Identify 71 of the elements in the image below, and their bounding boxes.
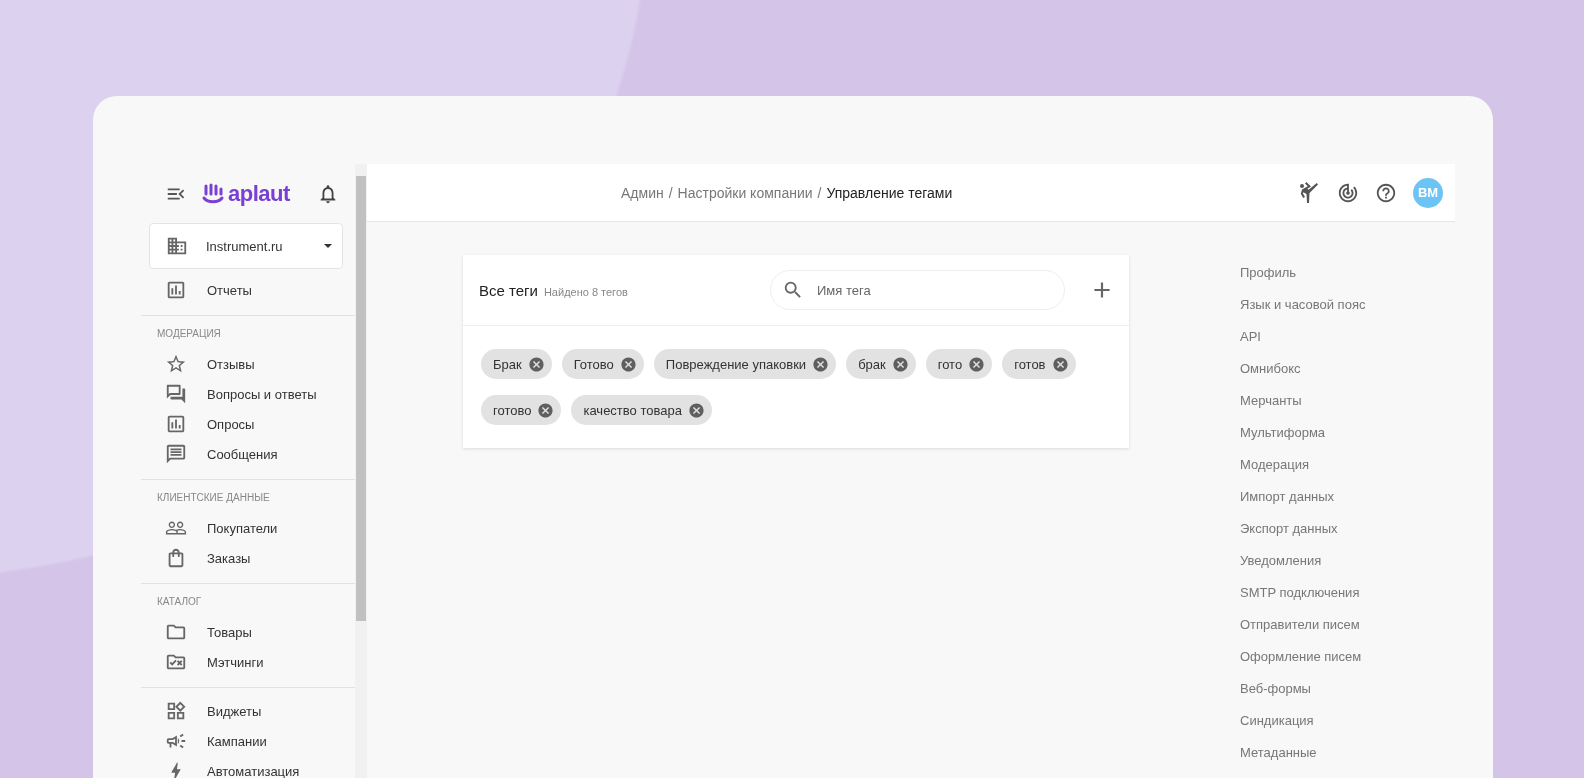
settings-link[interactable]: Оформление писем [1240, 641, 1366, 673]
nav-item[interactable]: Вопросы и ответы [141, 379, 355, 409]
remove-tag-button[interactable] [891, 355, 909, 373]
scrollbar[interactable] [355, 164, 367, 778]
nav-item[interactable]: Заказы [141, 543, 355, 573]
section-title: КАТАЛОГ [156, 595, 203, 609]
breadcrumb-item[interactable]: Настройки компании [677, 184, 813, 201]
settings-link[interactable]: Мерчанты [1240, 385, 1366, 417]
tag-chip: качество товара [571, 395, 712, 425]
remove-tag-button[interactable] [619, 355, 637, 373]
section-title: МОДЕРАЦИЯ [156, 327, 222, 341]
nav-item[interactable]: Отчеты [141, 275, 355, 305]
settings-link[interactable]: Модерация [1240, 449, 1366, 481]
settings-link[interactable]: SMTP подключения [1240, 577, 1366, 609]
nav-item[interactable]: Виджеты [141, 696, 355, 726]
settings-link[interactable]: Импорт данных [1240, 481, 1366, 513]
tag-chip: Брак [481, 349, 552, 379]
chat-bubbles-icon [165, 383, 187, 405]
nav-item[interactable]: Кампании [141, 726, 355, 756]
breadcrumb-item: Управление тегами [826, 184, 953, 201]
breadcrumb-separator: / [668, 184, 673, 201]
settings-link[interactable]: API [1240, 321, 1366, 353]
tag-count: Найдено 8 тегов [543, 284, 629, 298]
tag-chip: Повреждение упаковки [653, 349, 837, 379]
help-icon[interactable] [1375, 181, 1397, 204]
remove-tag-button[interactable] [687, 401, 705, 419]
nav-item[interactable]: Покупатели [141, 513, 355, 543]
settings-link[interactable]: Веб-формы [1240, 673, 1366, 705]
search-field[interactable]: Имя тега [770, 270, 1065, 310]
remove-tag-button[interactable] [812, 355, 830, 373]
target-icon[interactable] [1337, 181, 1359, 204]
settings-link[interactable]: Экспорт данных [1240, 513, 1366, 545]
building-icon [166, 235, 188, 257]
remove-tag-button[interactable] [968, 355, 986, 373]
logo-icon [201, 182, 225, 205]
tag-chip: готов [1002, 349, 1076, 379]
remove-tag-button[interactable] [1051, 355, 1069, 373]
remove-tag-button[interactable] [537, 401, 555, 419]
scrollbar-thumb[interactable] [356, 176, 366, 621]
settings-link[interactable]: Отправители писем [1240, 609, 1366, 641]
remove-tag-button[interactable] [527, 355, 545, 373]
tag-chip: Готово [561, 349, 644, 379]
settings-link[interactable]: Язык и часовой пояс [1240, 289, 1366, 321]
nav-item[interactable]: Сообщения [141, 439, 355, 469]
chart-icon [165, 279, 187, 301]
bar-chart-icon [165, 413, 187, 435]
widgets-icon [165, 700, 187, 722]
settings-link[interactable]: Профиль [1240, 257, 1366, 289]
settings-link[interactable]: Омнибокс [1240, 353, 1366, 385]
breadcrumb-item[interactable]: Админ [621, 184, 664, 201]
dropdown-caret-icon [324, 244, 332, 248]
tag-chip: брак [846, 349, 916, 379]
settings-link[interactable]: Метаданные [1240, 737, 1366, 769]
logo: aplaut [228, 180, 290, 207]
tag-chip: готово [481, 395, 562, 425]
settings-link[interactable]: Мультиформа [1240, 417, 1366, 449]
nav-item[interactable]: Товары [141, 617, 355, 647]
section-title: КЛИЕНТСКИЕ ДАННЫЕ [156, 491, 271, 505]
settings-link[interactable]: Уведомления [1240, 545, 1366, 577]
tag-chip: гото [925, 349, 993, 379]
nav-item[interactable]: Автоматизация [141, 756, 355, 778]
nav-item[interactable]: Мэтчинги [141, 647, 355, 677]
star-icon [165, 353, 187, 375]
figure-icon[interactable] [1297, 180, 1321, 205]
settings-link[interactable]: Синдикация [1240, 705, 1366, 737]
breadcrumb-separator: / [817, 184, 822, 201]
company-select[interactable]: Instrument.ru [149, 223, 343, 269]
message-icon [165, 443, 187, 465]
nav-item[interactable]: Опросы [141, 409, 355, 439]
card-title: Все теги [479, 281, 538, 299]
nav-item[interactable]: Отзывы [141, 349, 355, 379]
